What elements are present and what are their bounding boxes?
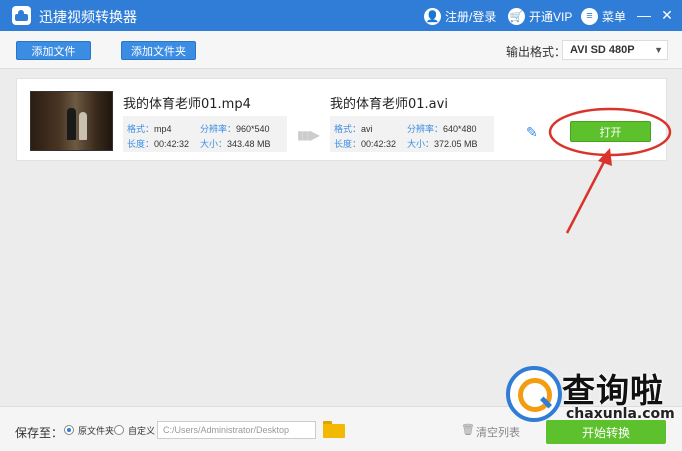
- video-thumbnail: [30, 91, 113, 151]
- source-resolution-value: 960*540: [236, 124, 270, 134]
- app-logo-icon: [12, 6, 31, 25]
- task-list: 我的体育老师01.mp4 格式：mp4 分辨率：960*540 长度：00:42…: [0, 70, 682, 406]
- target-format-value: avi: [361, 124, 373, 134]
- source-duration-value: 00:42:32: [154, 139, 190, 149]
- toolbar: 添加文件 添加文件夹 输出格式： AVI SD 480P ▼: [0, 31, 682, 69]
- source-format-value: mp4: [154, 124, 172, 134]
- cart-icon: 🛒: [508, 7, 525, 25]
- edit-icon[interactable]: ✎: [526, 125, 540, 139]
- menu-icon: ≡: [581, 7, 598, 25]
- watermark-cn-text: 查询啦: [562, 371, 664, 410]
- menu-button[interactable]: ≡ 菜单: [581, 6, 626, 26]
- source-size-key: 大小：: [200, 139, 228, 149]
- source-size: 大小：343.48 MB: [200, 137, 271, 150]
- add-file-button[interactable]: 添加文件: [16, 41, 91, 60]
- radio-original-label: 原文件夹: [78, 426, 115, 436]
- trash-icon: 🗑: [461, 424, 475, 436]
- vip-button[interactable]: 🛒 开通VIP: [508, 6, 572, 26]
- target-size-value: 372.05 MB: [434, 139, 478, 149]
- target-resolution-value: 640*480: [443, 124, 477, 134]
- menu-label: 菜单: [602, 9, 627, 24]
- radio-original-folder[interactable]: [64, 425, 74, 435]
- save-path-input[interactable]: C:/Users/Administrator/Desktop: [157, 421, 316, 439]
- output-format-value: AVI SD 480P: [570, 44, 635, 56]
- source-filename: 我的体育老师01.mp4: [123, 97, 251, 112]
- target-resolution: 分辨率：640*480: [407, 122, 477, 135]
- source-resolution: 分辨率：960*540: [200, 122, 270, 135]
- source-size-value: 343.48 MB: [227, 139, 271, 149]
- title-bar: 迅捷视频转换器 👤 注册/登录 🛒 开通VIP ≡ 菜单 — ✕: [0, 0, 682, 31]
- source-duration: 长度：00:42:32: [127, 137, 189, 150]
- chevron-down-icon: ▼: [654, 45, 663, 55]
- convert-arrow-icon: ▮▮▮▶: [297, 128, 320, 142]
- app-title: 迅捷视频转换器: [39, 10, 137, 26]
- folder-icon[interactable]: [323, 421, 345, 438]
- target-size: 大小：372.05 MB: [407, 137, 478, 150]
- source-info: 格式：mp4 分辨率：960*540 长度：00:42:32 大小：343.48…: [123, 116, 287, 152]
- watermark-logo-icon: [506, 366, 562, 422]
- task-item: 我的体育老师01.mp4 格式：mp4 分辨率：960*540 长度：00:42…: [16, 78, 667, 161]
- target-size-key: 大小：: [407, 139, 435, 149]
- target-duration-value: 00:42:32: [361, 139, 397, 149]
- radio-custom-label: 自定义: [128, 426, 156, 436]
- save-to-label: 保存至：: [15, 426, 64, 440]
- vip-label: 开通VIP: [529, 9, 573, 24]
- source-resolution-key: 分辨率：: [200, 124, 237, 134]
- user-icon: 👤: [424, 7, 441, 25]
- output-format-label: 输出格式：: [506, 45, 567, 59]
- target-filename: 我的体育老师01.avi: [330, 97, 448, 112]
- target-duration-key: 长度：: [334, 139, 362, 149]
- target-duration: 长度：00:42:32: [334, 137, 396, 150]
- target-resolution-key: 分辨率：: [407, 124, 444, 134]
- close-button[interactable]: ✕: [659, 5, 675, 25]
- minimize-button[interactable]: —: [636, 5, 652, 25]
- source-format: 格式：mp4: [127, 122, 172, 135]
- login-button[interactable]: 👤 注册/登录: [424, 6, 496, 26]
- target-format-key: 格式：: [334, 124, 362, 134]
- watermark-en-text: chaxunla.com: [566, 406, 675, 422]
- source-duration-key: 长度：: [127, 139, 155, 149]
- output-format-select[interactable]: AVI SD 480P ▼: [562, 40, 668, 60]
- target-format: 格式：avi: [334, 122, 373, 135]
- target-info: 格式：avi 分辨率：640*480 长度：00:42:32 大小：372.05…: [330, 116, 494, 152]
- watermark: 查询啦 chaxunla.com: [498, 362, 682, 434]
- login-label: 注册/登录: [445, 9, 497, 24]
- add-folder-button[interactable]: 添加文件夹: [121, 41, 196, 60]
- source-format-key: 格式：: [127, 124, 155, 134]
- radio-custom-folder[interactable]: [114, 425, 124, 435]
- open-button[interactable]: 打开: [570, 121, 651, 142]
